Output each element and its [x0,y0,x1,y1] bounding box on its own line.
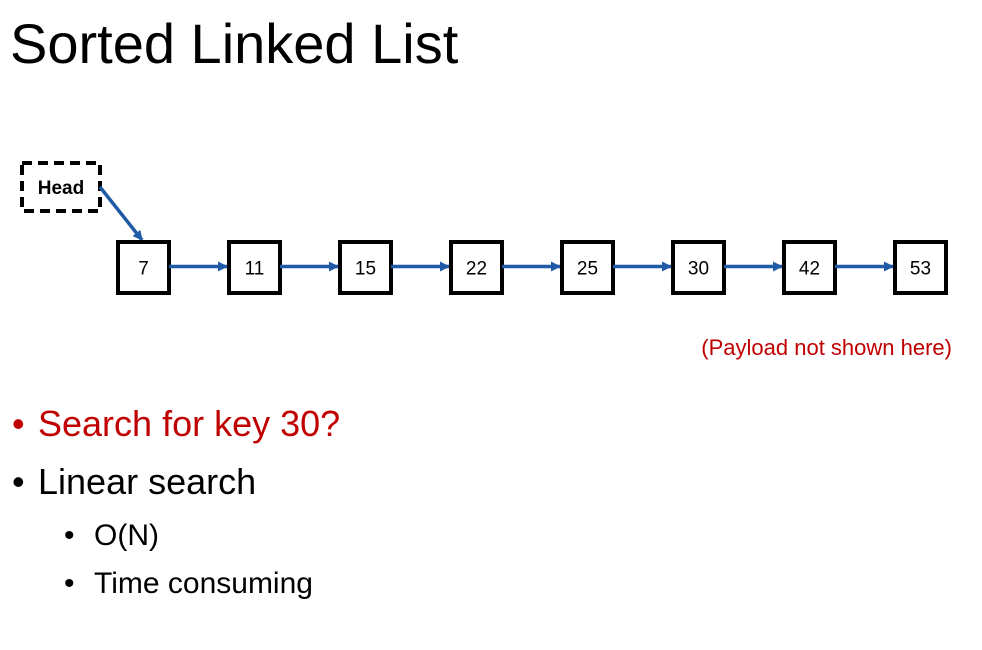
bullet-item: • O(N) [64,516,159,556]
bullet-dot: • [64,567,75,600]
bullet-text: O(N) [94,519,159,552]
bullet-dot: • [12,403,25,444]
node-key: 22 [466,259,487,280]
list-node: 11 [227,240,282,295]
bullet-item: • Search for key 30? [12,400,340,448]
node-key: 15 [355,259,376,280]
node-key: 11 [245,259,265,280]
list-node: 25 [560,240,615,295]
bullet-text: Linear search [38,461,257,502]
bullet-dot: • [12,461,25,502]
head-pointer: Head [20,161,144,242]
payload-note: (Payload not shown here) [701,335,952,360]
node-key: 30 [688,259,709,280]
node-key: 25 [577,259,598,280]
bullet-dot: • [64,519,75,552]
node-key: 7 [138,259,149,280]
linked-list-diagram: Head 7 11 15 22 25 30 42 53 [20,161,948,295]
list-node: 15 [338,240,393,295]
list-node: 42 [782,240,837,295]
bullet-item: • Linear search [12,458,256,506]
list-node: 22 [449,240,504,295]
bullet-item: • Time consuming [64,564,313,604]
bullet-text: Time consuming [94,567,313,600]
bullet-text: Search for key 30? [38,403,341,444]
node-key: 42 [799,259,820,280]
list-node: 53 [893,240,948,295]
head-label: Head [38,178,84,199]
list-nodes: 7 11 15 22 25 30 42 53 [116,240,948,295]
list-node: 30 [671,240,726,295]
node-key: 53 [910,259,931,280]
head-arrow [98,185,144,242]
list-node: 7 [116,240,171,295]
